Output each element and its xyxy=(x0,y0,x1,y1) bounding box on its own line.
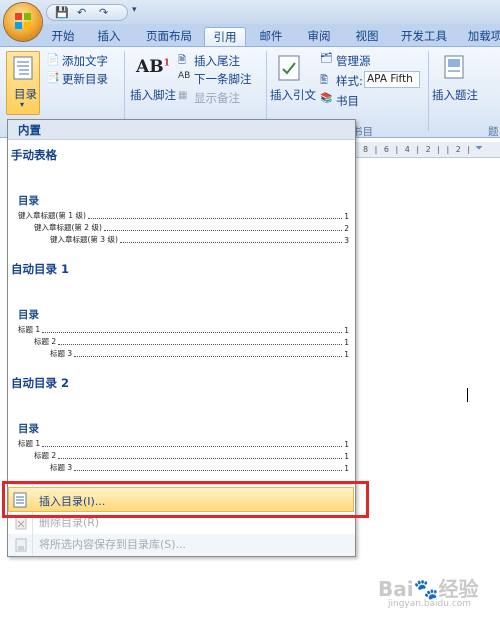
indent-marker-icon[interactable]: ⏷ xyxy=(475,143,483,154)
toc-manual-table-option[interactable]: 目录 键入章标题(第 1 级) 1 键入章标题(第 2 级) 2 键入章标题(第 3… xyxy=(14,165,351,251)
list-item: 键入章标题(第 2 级) 2 xyxy=(34,223,349,233)
redo-icon[interactable]: ↷ xyxy=(99,6,108,19)
insert-toc-command[interactable]: 插入目录(I)... xyxy=(8,487,354,512)
bibliography-icon: 📚 xyxy=(320,93,333,104)
style-icon: 🖺 xyxy=(320,75,329,86)
tab-review[interactable]: 审阅 xyxy=(302,27,336,46)
save-selection-label: 将所选内容保存到目录库(S)... xyxy=(39,538,187,551)
toc-auto-2-option[interactable]: 目录 标题 11 标题 21 标题 31 xyxy=(14,395,351,481)
tab-developer[interactable]: 开发工具 xyxy=(394,27,454,46)
insert-footnote-icon: AB1 xyxy=(136,57,170,77)
tab-mailings[interactable]: 邮件 xyxy=(254,27,288,46)
delete-toc-command[interactable]: 删除目录(R) xyxy=(8,512,355,534)
ruler-ticks: 8 | 6 | 4 | 2 | | 2 | xyxy=(363,145,473,154)
update-toc-button[interactable]: 更新目录 xyxy=(62,71,108,87)
delete-toc-label: 删除目录(R) xyxy=(39,516,100,529)
office-button[interactable] xyxy=(4,3,42,41)
group-caption-caption: 题 xyxy=(488,126,499,138)
preview-title: 目录 xyxy=(18,423,39,435)
list-item: 标题 31 xyxy=(50,349,349,359)
list-item: 标题 11 xyxy=(18,325,349,335)
manage-sources-button[interactable]: 管理源 xyxy=(336,53,371,69)
insert-caption-icon xyxy=(444,55,464,79)
office-logo-icon xyxy=(15,13,31,29)
undo-icon[interactable]: ↶ xyxy=(77,6,86,19)
baidu-watermark-url: jingyan.baidu.com xyxy=(388,599,472,609)
bibliography-button[interactable]: 书目 xyxy=(336,93,359,109)
toc-button-label: 目录 xyxy=(14,87,37,101)
list-item: 键入章标题(第 3 级) 3 xyxy=(50,235,349,245)
list-item: 标题 11 xyxy=(18,439,349,449)
quick-access-toolbar: 💾 ↶ ↷ xyxy=(46,4,128,21)
horizontal-ruler[interactable]: 8 | 6 | 4 | 2 | | 2 | ⏷ xyxy=(355,142,500,158)
group-separator xyxy=(428,51,429,131)
list-item: 标题 21 xyxy=(34,451,349,461)
tab-references[interactable]: 引用 xyxy=(204,27,246,46)
customize-quick-access-icon[interactable]: ▾ xyxy=(132,5,137,15)
add-text-button[interactable]: 添加文字 xyxy=(62,53,108,69)
ribbon-tabs: 开始 插入 页面布局 引用 邮件 审阅 视图 开发工具 加载项 xyxy=(0,24,500,46)
update-toc-icon: 📑 xyxy=(46,71,60,84)
insert-citation-icon xyxy=(278,55,300,81)
tab-view[interactable]: 视图 xyxy=(350,27,384,46)
gallery-header: 内置 xyxy=(8,120,355,140)
tab-add-ins[interactable]: 加载项 xyxy=(462,27,500,46)
save-to-gallery-icon xyxy=(15,538,27,552)
next-footnote-button[interactable]: 下一条脚注 xyxy=(194,71,252,87)
list-item: 键入章标题(第 1 级) 1 xyxy=(18,211,349,221)
show-notes-button[interactable]: 显示备注 xyxy=(194,90,240,106)
manage-sources-icon: 🗂 xyxy=(320,53,333,64)
insert-toc-icon xyxy=(13,492,27,508)
insert-caption-button[interactable]: 插入题注 xyxy=(432,87,478,103)
list-item: 标题 21 xyxy=(34,337,349,347)
show-notes-icon: ▦ xyxy=(178,90,188,101)
gallery-section-title: 自动目录 1 xyxy=(11,262,70,276)
word-window: 💾 ↶ ↷ ▾ 开始 插入 页面布局 引用 邮件 审阅 视图 开发工具 加载项 xyxy=(0,0,500,617)
list-item: 标题 31 xyxy=(50,463,349,473)
tab-home[interactable]: 开始 xyxy=(46,27,80,46)
preview-title: 目录 xyxy=(18,309,39,321)
document-page[interactable] xyxy=(355,158,500,617)
toc-auto-1-option[interactable]: 目录 标题 11 标题 21 标题 31 xyxy=(14,281,351,367)
text-caret xyxy=(467,388,468,402)
insert-footnote-button[interactable]: 插入脚注 xyxy=(130,87,176,103)
insert-endnote-button[interactable]: 插入尾注 xyxy=(194,53,240,69)
save-selection-to-gallery-command[interactable]: 将所选内容保存到目录库(S)... xyxy=(8,534,355,556)
chevron-down-icon: ▾ xyxy=(20,100,25,109)
save-icon[interactable]: 💾 xyxy=(55,6,69,19)
style-label: 样式: xyxy=(336,74,363,88)
title-bar: 💾 ↶ ↷ ▾ xyxy=(0,0,500,24)
gallery-section-title: 自动目录 2 xyxy=(11,376,70,390)
insert-endnote-icon: 🗎 xyxy=(178,55,187,66)
next-footnote-icon: AB xyxy=(178,71,191,81)
gallery-section-title: 手动表格 xyxy=(11,148,57,162)
baidu-watermark: Bai🐾经验 xyxy=(378,577,479,601)
preview-title: 目录 xyxy=(18,195,39,207)
tab-page-layout[interactable]: 页面布局 xyxy=(140,27,198,46)
insert-toc-label: 插入目录(I)... xyxy=(39,495,106,508)
toc-button[interactable]: 目录 ▾ xyxy=(6,51,40,115)
gallery-divider xyxy=(11,484,352,485)
document-icon xyxy=(13,56,33,80)
delete-toc-icon xyxy=(15,516,27,530)
add-text-icon: 📄 xyxy=(46,53,60,66)
tab-insert[interactable]: 插入 xyxy=(92,27,126,46)
insert-citation-button[interactable]: 插入引文 xyxy=(270,87,316,103)
style-select[interactable]: APA Fifth xyxy=(364,71,420,88)
